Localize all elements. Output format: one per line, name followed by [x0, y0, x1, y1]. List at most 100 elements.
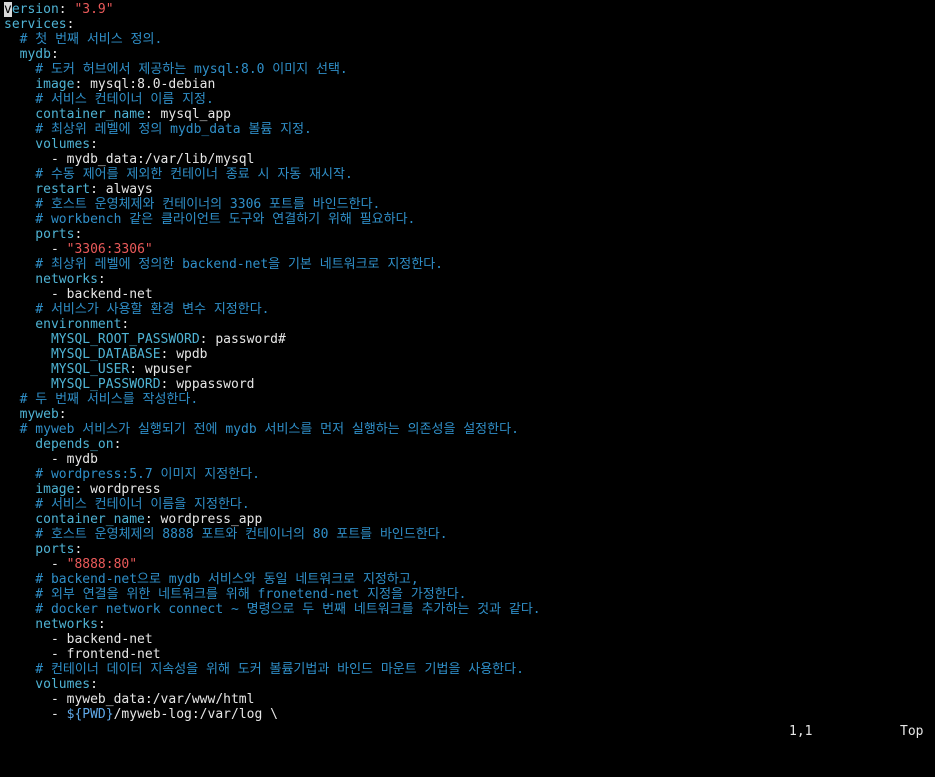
code-line[interactable]: version: "3.9" [4, 2, 935, 17]
code-line[interactable]: # 컨테이너 데이터 지속성을 위해 도커 볼륨기법과 바인드 마운트 기법을 … [4, 662, 935, 677]
code-token: MYSQL_DATABASE [4, 347, 161, 362]
code-token: - mydb [4, 452, 98, 467]
code-token: ${PWD} [66, 707, 114, 722]
code-line[interactable]: networks: [4, 617, 935, 632]
code-line[interactable]: # 호스트 운영체제의 8888 포트와 컨테이너의 80 포트를 바인드한다. [4, 527, 935, 542]
code-line[interactable]: # 두 번째 서비스를 작성한다. [4, 392, 935, 407]
code-line[interactable]: # workbench 같은 클라이언트 도구와 연결하기 위해 필요하다. [4, 212, 935, 227]
code-token: : wordpress_app [144, 512, 263, 527]
code-token: ersion [11, 2, 59, 17]
code-token: : [121, 317, 130, 332]
code-token: : [113, 437, 122, 452]
code-token: : [50, 47, 59, 62]
code-token: environment [4, 317, 122, 332]
code-line[interactable]: networks: [4, 272, 935, 287]
code-line[interactable]: # 외부 연결을 위한 네트워크를 위해 fronetend-net 지정을 가… [4, 587, 935, 602]
code-token: # 서비스가 사용할 환경 변수 지정한다. [4, 302, 270, 317]
code-token: "3306:3306" [66, 242, 153, 257]
code-line[interactable]: container_name: wordpress_app [4, 512, 935, 527]
code-token: "8888:80" [66, 557, 138, 572]
code-line[interactable]: # 서비스가 사용할 환경 변수 지정한다. [4, 302, 935, 317]
code-token: container_name [4, 512, 145, 527]
code-token: restart [4, 182, 91, 197]
code-line[interactable]: mydb: [4, 47, 935, 62]
code-line[interactable]: - "3306:3306" [4, 242, 935, 257]
code-line[interactable]: # 최상위 레벨에 정의한 backend-net을 기본 네트워크로 지정한다… [4, 257, 935, 272]
code-token: : [58, 2, 75, 17]
code-line[interactable]: # docker network connect ~ 명령으로 두 번째 네트워… [4, 602, 935, 617]
code-line[interactable]: restart: always [4, 182, 935, 197]
code-line[interactable]: myweb: [4, 407, 935, 422]
code-line[interactable]: volumes: [4, 677, 935, 692]
code-token: # 도커 허브에서 제공하는 mysql:8.0 이미지 선택. [4, 62, 348, 77]
code-line[interactable]: # 서비스 컨테이너 이름 지정. [4, 92, 935, 107]
code-line[interactable]: services: [4, 17, 935, 32]
code-line[interactable]: # 첫 번째 서비스 정의. [4, 32, 935, 47]
code-token: # 최상위 레벨에 정의한 backend-net을 기본 네트워크로 지정한다… [4, 257, 443, 272]
code-token: mydb [4, 47, 51, 62]
code-token: - myweb_data:/var/www/html [4, 692, 255, 707]
code-token: : [97, 272, 106, 287]
code-line[interactable]: - mydb_data:/var/lib/mysql [4, 152, 935, 167]
code-line[interactable]: - frontend-net [4, 647, 935, 662]
code-token: services [4, 17, 67, 32]
code-token: container_name [4, 107, 145, 122]
code-token: image [4, 77, 75, 92]
code-line[interactable]: MYSQL_USER: wpuser [4, 362, 935, 377]
code-token: : always [90, 182, 153, 197]
code-line[interactable]: # 서비스 컨테이너 이름을 지정한다. [4, 497, 935, 512]
code-line[interactable]: # 최상위 레벨에 정의 mydb_data 볼륨 지정. [4, 122, 935, 137]
code-line[interactable]: ports: [4, 542, 935, 557]
code-line[interactable]: MYSQL_ROOT_PASSWORD: password# [4, 332, 935, 347]
code-token: # 두 번째 서비스를 작성한다. [4, 392, 199, 407]
code-token: "3.9" [74, 2, 114, 17]
code-line[interactable]: MYSQL_DATABASE: wpdb [4, 347, 935, 362]
code-token: # 컨테이너 데이터 지속성을 위해 도커 볼륨기법과 바인드 마운트 기법을 … [4, 662, 524, 677]
code-line[interactable]: ports: [4, 227, 935, 242]
code-token: - [4, 707, 67, 722]
code-line[interactable]: # backend-net으로 mydb 서비스와 동일 네트워크로 지정하고, [4, 572, 935, 587]
code-line[interactable]: # wordpress:5.7 이미지 지정한다. [4, 467, 935, 482]
code-line[interactable]: - ${PWD}/myweb-log:/var/log \ [4, 707, 935, 722]
code-token: : wpdb [160, 347, 208, 362]
text-cursor: v [4, 2, 12, 17]
code-token: : [74, 227, 83, 242]
code-token: - frontend-net [4, 647, 161, 662]
code-token: ports [4, 542, 75, 557]
code-line[interactable]: MYSQL_PASSWORD: wppassword [4, 377, 935, 392]
code-token: ports [4, 227, 75, 242]
code-token: volumes [4, 137, 91, 152]
code-token: - backend-net [4, 632, 153, 647]
code-line[interactable]: depends_on: [4, 437, 935, 452]
code-token: MYSQL_USER [4, 362, 130, 377]
code-token: - backend-net [4, 287, 153, 302]
code-token: MYSQL_ROOT_PASSWORD [4, 332, 200, 347]
code-line[interactable]: - backend-net [4, 287, 935, 302]
code-token: # 최상위 레벨에 정의 mydb_data 볼륨 지정. [4, 122, 312, 137]
code-line[interactable]: - mydb [4, 452, 935, 467]
code-line[interactable]: - backend-net [4, 632, 935, 647]
code-token: /myweb-log:/var/log \ [113, 707, 278, 722]
code-line[interactable]: - myweb_data:/var/www/html [4, 692, 935, 707]
code-line[interactable]: volumes: [4, 137, 935, 152]
code-line[interactable]: # 호스트 운영체제와 컨테이너의 3306 포트를 바인드한다. [4, 197, 935, 212]
code-token: # workbench 같은 클라이언트 도구와 연결하기 위해 필요하다. [4, 212, 416, 227]
editor-buffer[interactable]: version: "3.9" services: # 첫 번째 서비스 정의. m… [4, 2, 935, 722]
code-line[interactable]: # 도커 허브에서 제공하는 mysql:8.0 이미지 선택. [4, 62, 935, 77]
code-line[interactable]: - "8888:80" [4, 557, 935, 572]
code-line[interactable]: container_name: mysql_app [4, 107, 935, 122]
code-line[interactable]: # myweb 서비스가 실행되기 전에 mydb 서비스를 먼저 실행하는 의… [4, 422, 935, 437]
code-token: MYSQL_PASSWORD [4, 377, 161, 392]
code-token: : password# [199, 332, 286, 347]
code-line[interactable]: # 수동 제어를 제외한 컨테이너 종료 시 자동 재시작. [4, 167, 935, 182]
code-token: - [4, 557, 67, 572]
cursor-position: 1,1 [789, 724, 813, 739]
code-token: # 서비스 컨테이너 이름을 지정한다. [4, 497, 250, 512]
code-token: # myweb 서비스가 실행되기 전에 mydb 서비스를 먼저 실행하는 의… [4, 422, 519, 437]
code-token: : [97, 617, 106, 632]
code-token: # 수동 제어를 제외한 컨테이너 종료 시 자동 재시작. [4, 167, 353, 182]
code-token: networks [4, 617, 98, 632]
code-line[interactable]: image: wordpress [4, 482, 935, 497]
code-line[interactable]: image: mysql:8.0-debian [4, 77, 935, 92]
code-line[interactable]: environment: [4, 317, 935, 332]
